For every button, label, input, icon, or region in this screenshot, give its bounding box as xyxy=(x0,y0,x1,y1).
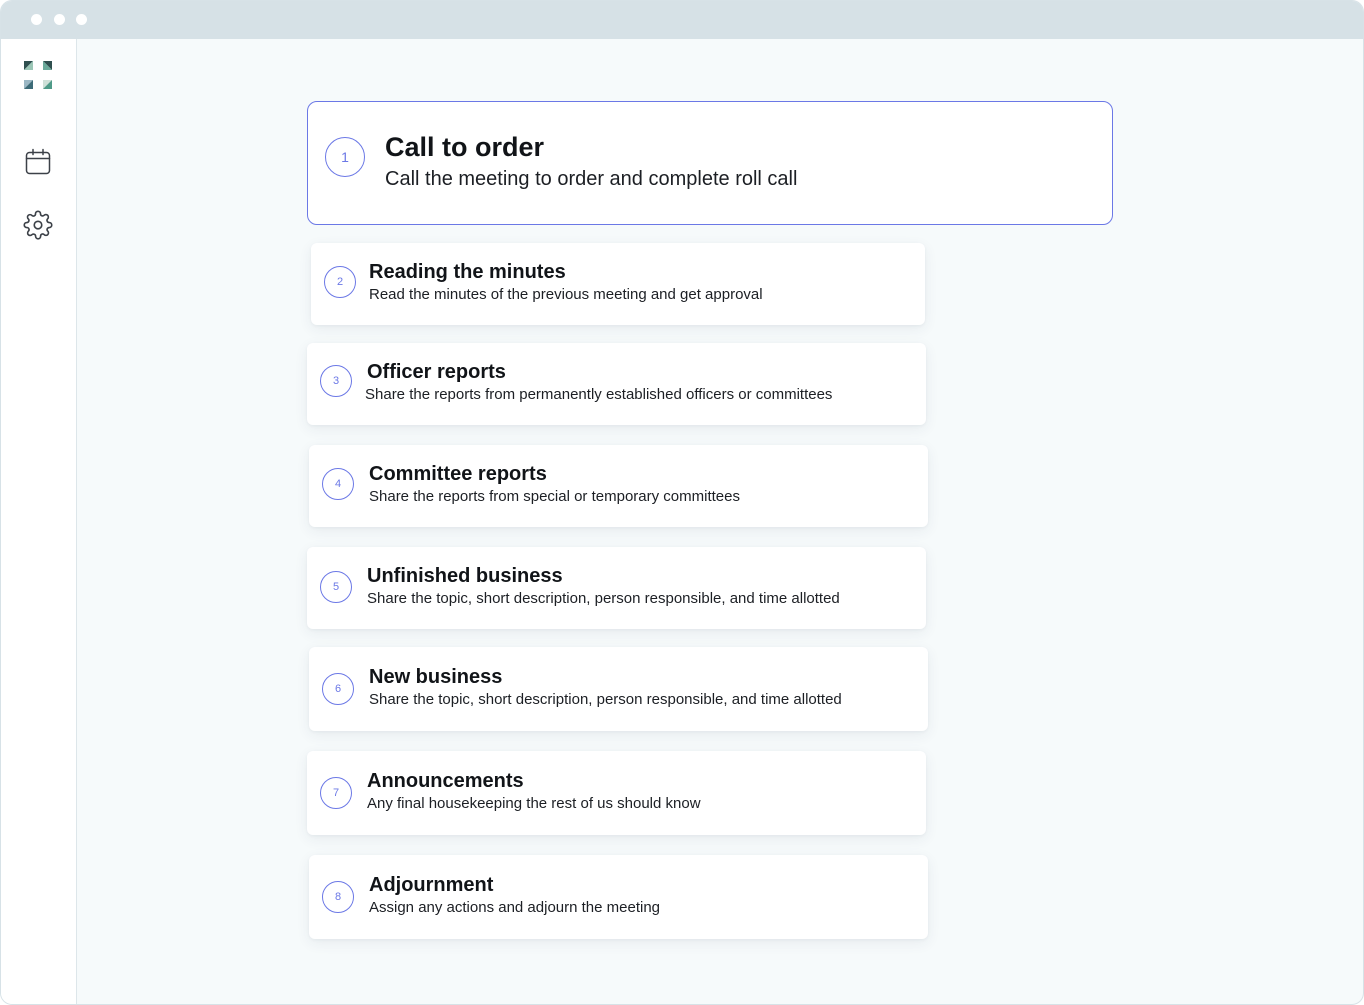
agenda-item-new-business[interactable]: 6 New business Share the topic, short de… xyxy=(309,647,928,731)
item-description: Share the topic, short description, pers… xyxy=(367,590,840,607)
close-window-button[interactable] xyxy=(31,14,42,25)
app-window: 1 Call to order Call the meeting to orde… xyxy=(0,0,1364,1005)
item-number-badge: 5 xyxy=(320,571,352,603)
agenda-item-officer-reports[interactable]: 3 Officer reports Share the reports from… xyxy=(307,343,926,425)
item-description: Share the topic, short description, pers… xyxy=(369,691,842,708)
item-number-badge: 7 xyxy=(320,777,352,809)
item-title: Call to order xyxy=(385,132,545,162)
item-title: Announcements xyxy=(367,770,524,792)
agenda-item-call-to-order[interactable]: 1 Call to order Call the meeting to orde… xyxy=(307,101,1113,225)
item-number-badge: 2 xyxy=(324,266,356,298)
item-number-badge: 1 xyxy=(325,137,365,177)
item-number-badge: 8 xyxy=(322,881,354,913)
item-title: New business xyxy=(369,666,503,688)
title-bar xyxy=(1,1,1363,39)
agenda-item-announcements[interactable]: 7 Announcements Any final housekeeping t… xyxy=(307,751,926,835)
item-title: Adjournment xyxy=(369,874,494,896)
item-title: Reading the minutes xyxy=(369,261,566,283)
item-description: Read the minutes of the previous meeting… xyxy=(369,286,763,303)
item-title: Committee reports xyxy=(369,463,547,485)
item-title: Unfinished business xyxy=(367,565,563,587)
item-description: Assign any actions and adjourn the meeti… xyxy=(369,899,661,916)
item-number-badge: 6 xyxy=(322,673,354,705)
gear-icon[interactable] xyxy=(23,210,53,240)
item-title: Officer reports xyxy=(367,361,506,383)
item-number-badge: 4 xyxy=(322,468,354,500)
app-logo xyxy=(24,61,52,89)
sidebar xyxy=(1,39,77,1004)
maximize-window-button[interactable] xyxy=(76,14,87,25)
agenda-item-reading-the-minutes[interactable]: 2 Reading the minutes Read the minutes o… xyxy=(311,243,925,325)
agenda-item-unfinished-business[interactable]: 5 Unfinished business Share the topic, s… xyxy=(307,547,926,629)
item-description: Share the reports from permanently estab… xyxy=(365,386,833,403)
item-description: Call the meeting to order and complete r… xyxy=(385,168,798,190)
item-description: Share the reports from special or tempor… xyxy=(369,488,740,505)
agenda-item-committee-reports[interactable]: 4 Committee reports Share the reports fr… xyxy=(309,445,928,527)
agenda-item-adjournment[interactable]: 8 Adjournment Assign any actions and adj… xyxy=(309,855,928,939)
minimize-window-button[interactable] xyxy=(54,14,65,25)
item-description: Any final housekeeping the rest of us sh… xyxy=(367,795,701,812)
item-number-badge: 3 xyxy=(320,365,352,397)
calendar-icon[interactable] xyxy=(23,147,53,177)
